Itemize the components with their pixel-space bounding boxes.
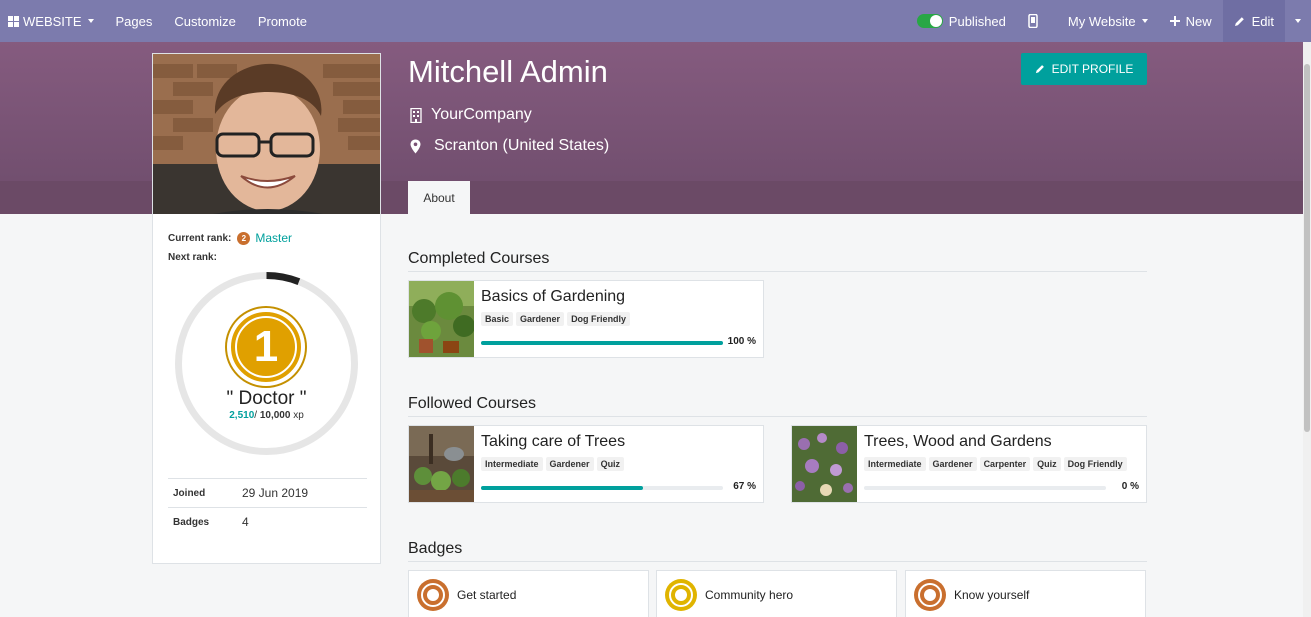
course-tag: Quiz (1033, 457, 1061, 471)
chevron-down-icon (87, 19, 94, 23)
badge-medal-icon (665, 579, 697, 611)
course-tag: Gardener (516, 312, 565, 326)
course-tag: Gardener (545, 457, 594, 471)
toggle-switch-icon (916, 14, 943, 28)
plus-icon (1169, 16, 1180, 26)
avatar (153, 54, 380, 214)
badges-heading: Badges (408, 540, 1147, 562)
course-tag: Dog Friendly (567, 312, 631, 326)
edit-profile-button[interactable]: EDIT PROFILE (1021, 53, 1147, 85)
badge-medal-icon (417, 579, 449, 611)
nav-pages[interactable]: Pages (105, 0, 164, 42)
course-title[interactable]: Basics of Gardening (481, 288, 756, 306)
followed-courses-heading: Followed Courses (408, 395, 1147, 417)
xp-total: 10,000 (259, 410, 291, 421)
edit-dropdown-toggle[interactable] (1285, 0, 1311, 42)
mobile-preview-button[interactable] (1017, 0, 1049, 42)
xp-unit: xp (293, 410, 304, 421)
next-rank-number: 1 (235, 316, 297, 378)
next-rank-badge: 1 (227, 308, 305, 386)
my-website-label: My Website (1067, 13, 1136, 29)
page-scrollbar[interactable] (1303, 42, 1311, 617)
course-progress-bar (481, 486, 723, 490)
badge-name: Get started (457, 588, 517, 602)
course-progress-bar (481, 341, 723, 345)
pencil-icon (1035, 65, 1044, 74)
location-text: Scranton (United States) (434, 137, 610, 154)
map-marker-icon (410, 139, 421, 153)
website-menu-label: WEBSITE (23, 13, 82, 29)
course-tag: Quiz (596, 457, 625, 471)
profile-card: Current rank: 2 Master Next rank: 1 " Do… (152, 53, 381, 564)
course-card[interactable]: Basics of Gardening Basic Gardener Dog F… (408, 280, 764, 358)
location-row: Scranton (United States) (410, 137, 609, 155)
course-tag: Carpenter (979, 457, 1031, 471)
xp-readout: 2,510/ 10,000 xp (153, 410, 380, 421)
course-progress-label: 67 % (733, 481, 756, 492)
course-progress-label: 100 % (727, 336, 756, 347)
new-label: New (1185, 13, 1212, 29)
completed-courses-heading: Completed Courses (408, 250, 1147, 272)
course-card[interactable]: Taking care of Trees Intermediate Garden… (408, 425, 764, 503)
website-menu[interactable]: WEBSITE (0, 0, 105, 42)
course-title[interactable]: Taking care of Trees (481, 433, 756, 451)
profile-name: Mitchell Admin (408, 54, 608, 89)
my-website-menu[interactable]: My Website (1057, 0, 1159, 42)
progress-fill (481, 486, 644, 490)
mobile-phone-icon (1028, 14, 1038, 28)
xp-current: 2,510 (229, 410, 255, 421)
course-thumbnail (409, 426, 474, 502)
badge-medal-icon (914, 579, 946, 611)
edit-button[interactable]: Edit (1222, 0, 1285, 42)
course-progress-bar (864, 486, 1106, 490)
course-thumbnail (409, 281, 474, 357)
top-navbar: WEBSITE Pages Customize Promote Publishe… (0, 0, 1311, 42)
chevron-down-icon (1295, 19, 1301, 23)
xp-separator: / (254, 410, 258, 421)
chevron-down-icon (1141, 19, 1148, 23)
course-thumbnail (792, 426, 857, 502)
tab-about[interactable]: About (408, 181, 470, 214)
course-card[interactable]: Trees, Wood and Gardens Intermediate Gar… (791, 425, 1147, 503)
next-rank-label: Next rank: (168, 252, 217, 263)
badges-row: Badges 4 (168, 507, 367, 536)
joined-value: 29 Jun 2019 (242, 486, 309, 500)
apps-grid-icon (8, 15, 19, 27)
badge-card[interactable]: Get started (408, 570, 649, 617)
published-label: Published (948, 13, 1006, 29)
rank-medal-icon: 2 (237, 231, 251, 245)
course-tag: Dog Friendly (1063, 457, 1127, 471)
badges-label: Badges (173, 516, 210, 528)
edit-label: Edit (1251, 13, 1274, 29)
progress-fill (481, 341, 723, 345)
new-button[interactable]: New (1159, 0, 1223, 42)
pencil-icon (1234, 16, 1244, 26)
badge-card[interactable]: Community hero (656, 570, 897, 617)
course-tag: Basic (481, 312, 514, 326)
scrollbar-thumb[interactable] (1304, 64, 1310, 432)
current-rank-link[interactable]: Master (255, 231, 292, 245)
course-tag: Intermediate (481, 457, 543, 471)
course-progress-label: 0 % (1121, 481, 1139, 492)
current-rank-label: Current rank: (168, 232, 232, 244)
joined-label: Joined (173, 487, 206, 499)
building-icon (410, 107, 422, 123)
badge-name: Know yourself (954, 588, 1030, 602)
course-title[interactable]: Trees, Wood and Gardens (864, 433, 1139, 451)
nav-customize[interactable]: Customize (163, 0, 246, 42)
joined-row: Joined 29 Jun 2019 (168, 478, 367, 507)
badge-card[interactable]: Know yourself (905, 570, 1146, 617)
course-tag: Intermediate (864, 457, 926, 471)
badges-count: 4 (242, 515, 249, 529)
course-tag: Gardener (928, 457, 977, 471)
badge-name: Community hero (705, 588, 794, 602)
nav-promote[interactable]: Promote (247, 0, 318, 42)
published-toggle[interactable]: Published (906, 0, 1017, 42)
current-rank-row: Current rank: 2 Master (168, 231, 292, 245)
next-rank-name: " Doctor " (226, 388, 307, 409)
edit-profile-label: EDIT PROFILE (1051, 62, 1134, 76)
company-name: YourCompany (431, 106, 532, 123)
company-row: YourCompany (410, 106, 532, 124)
